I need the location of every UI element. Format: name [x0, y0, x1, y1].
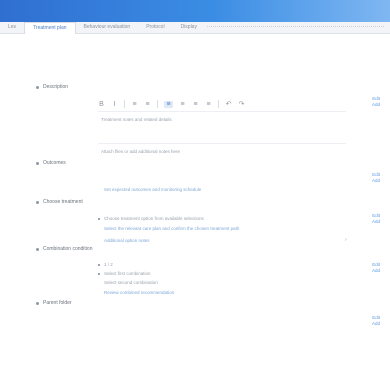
- tab-strip: Les Treatment plan Behaviour evaluation …: [0, 21, 390, 34]
- section-outcomes-label: Outcomes: [43, 160, 66, 166]
- bullet-list-button[interactable]: ≡: [131, 101, 138, 108]
- redo-button[interactable]: ↷: [238, 100, 245, 108]
- editor-bottom-rule: [98, 143, 346, 144]
- top-header-band: [0, 0, 390, 22]
- bold-button[interactable]: B: [98, 101, 105, 108]
- tab-les[interactable]: Les: [0, 22, 24, 33]
- italic-button[interactable]: I: [111, 101, 118, 108]
- choose-treatment-item[interactable]: Select the relevant care plan and confir…: [104, 226, 239, 231]
- combination-bullet: [98, 273, 100, 275]
- section-description-label: Description: [43, 84, 69, 90]
- expand-icon: [36, 247, 39, 251]
- tab-treatment-plan[interactable]: Treatment plan: [24, 21, 76, 34]
- toolbar-separator: [124, 100, 125, 108]
- align-right-button[interactable]: ≡: [192, 101, 199, 108]
- combination-item[interactable]: Select first combination: [104, 271, 151, 276]
- description-add-link[interactable]: Add: [372, 102, 380, 108]
- section-description[interactable]: Description: [36, 84, 68, 90]
- section-choose-treatment[interactable]: Choose treatment: [36, 199, 83, 205]
- tab-display[interactable]: Display: [173, 22, 205, 33]
- toolbar-separator: [218, 100, 219, 108]
- parent-folder-actions: Edit Add: [372, 315, 380, 327]
- description-actions: Edit Add: [372, 96, 380, 108]
- editor-toolbar: B I ≡ ≡ ≡ ≡ ≡ ≡ ↶ ↷: [98, 98, 346, 110]
- section-parent-folder-label: Parent folder: [43, 300, 72, 306]
- tab-protocol[interactable]: Protocol: [138, 22, 172, 33]
- tab-strip-divider: [206, 25, 384, 30]
- choose-treatment-item[interactable]: Choose treatment option from available s…: [104, 216, 204, 221]
- combination-item[interactable]: Review combined recommendation: [104, 290, 174, 295]
- outcomes-actions: Edit Add: [372, 172, 380, 184]
- expand-icon: [36, 200, 39, 204]
- editor-attachment-line[interactable]: Attach files or add additional notes her…: [101, 149, 180, 154]
- outcomes-add-link[interactable]: Add: [372, 178, 380, 184]
- parent-folder-add-link[interactable]: Add: [372, 321, 380, 327]
- section-outcomes[interactable]: Outcomes: [36, 160, 66, 166]
- choose-treatment-add-link[interactable]: Add: [372, 219, 380, 225]
- choose-treatment-bullet: [98, 218, 100, 220]
- toolbar-separator: [157, 100, 158, 108]
- combination-item[interactable]: Select second combination: [104, 280, 158, 285]
- combination-item[interactable]: 1 / 2: [104, 262, 113, 267]
- editor-top-rule: [98, 111, 346, 112]
- combination-actions: Edit Add: [372, 262, 380, 274]
- section-choose-treatment-label: Choose treatment: [43, 199, 83, 205]
- combination-add-link[interactable]: Add: [372, 268, 380, 274]
- outcomes-link-line[interactable]: Set expected outcomes and monitoring sch…: [104, 187, 201, 192]
- expand-icon: [36, 161, 39, 165]
- align-center-button[interactable]: ≡: [179, 101, 186, 108]
- expand-icon: [36, 85, 39, 89]
- section-combination-condition[interactable]: Combination condition: [36, 246, 92, 252]
- choose-treatment-item[interactable]: Additional option notes: [104, 238, 150, 243]
- section-parent-folder[interactable]: Parent folder: [36, 300, 72, 306]
- tab-behaviour-evaluation[interactable]: Behaviour evaluation: [76, 22, 139, 33]
- combination-bullet: [98, 264, 100, 266]
- editor-text-line[interactable]: Treatment notes and related details: [101, 117, 172, 122]
- choose-treatment-actions: Edit Add: [372, 213, 380, 225]
- numbered-list-button[interactable]: ≡: [144, 101, 151, 108]
- section-combination-condition-label: Combination condition: [43, 246, 93, 252]
- expand-icon: [36, 301, 39, 305]
- expand-arrow-icon[interactable]: ›: [345, 237, 347, 243]
- justify-button[interactable]: ≡: [205, 101, 212, 108]
- align-left-button[interactable]: ≡: [164, 100, 173, 108]
- undo-button[interactable]: ↶: [225, 100, 232, 108]
